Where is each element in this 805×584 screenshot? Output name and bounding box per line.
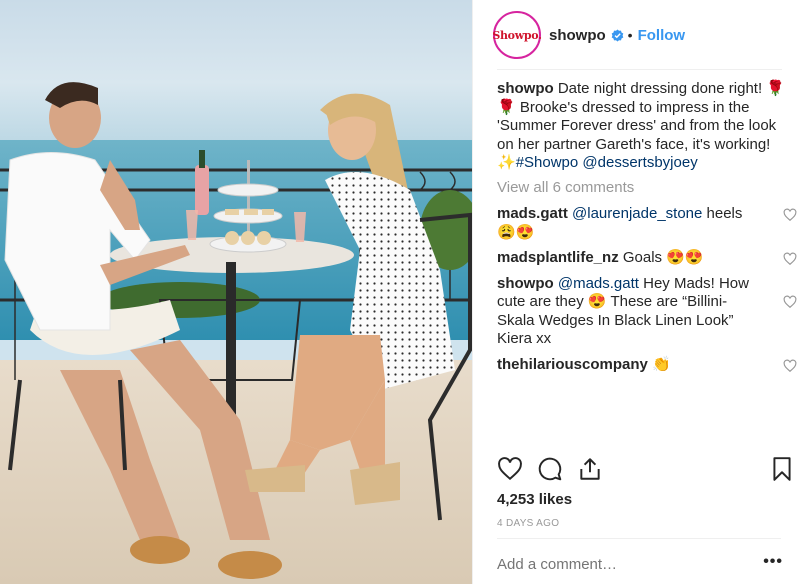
comment-text: Goals 😍😍	[618, 249, 704, 266]
comment-item: showpo @mads.gatt Hey Mads! How cute are…	[497, 275, 797, 349]
post-photo-illustration	[0, 0, 472, 584]
header-divider	[497, 69, 782, 70]
avatar[interactable]: Showpo.	[492, 11, 542, 59]
caption-hashtag[interactable]: #Showpo	[516, 154, 579, 171]
comment-item: madsplantlife_nz Goals 😍😍	[497, 249, 797, 268]
small-heart-icon[interactable]	[783, 295, 797, 309]
header-username[interactable]: showpo	[549, 27, 606, 44]
comment-mention[interactable]: @mads.gatt	[558, 275, 639, 292]
post-actions-bar	[497, 456, 795, 488]
view-all-comments-link[interactable]: View all 6 comments	[497, 179, 787, 198]
comments-section: showpo Date night dressing done right! 🌹…	[497, 80, 797, 381]
post-details-panel: Showpo. showpo • Follow showpo Date nigh…	[472, 0, 805, 584]
more-options-button[interactable]: •••	[763, 553, 783, 571]
add-comment-divider	[497, 538, 781, 539]
comment-username[interactable]: thehilariouscompany	[497, 356, 648, 373]
comment-icon[interactable]	[537, 456, 563, 482]
header-separator: •	[627, 27, 633, 43]
add-comment-input[interactable]	[497, 556, 747, 573]
bookmark-icon[interactable]	[769, 456, 795, 482]
share-icon[interactable]	[577, 456, 603, 482]
post-photo[interactable]	[0, 0, 472, 584]
heart-icon[interactable]	[497, 456, 523, 482]
comment-text: 👏	[647, 355, 671, 373]
comment-username[interactable]: madsplantlife_nz	[497, 249, 619, 266]
small-heart-icon[interactable]	[783, 252, 797, 266]
likes-count[interactable]: 4,253 likes	[497, 491, 572, 508]
comment-item: thehilariouscompany 👏	[497, 355, 797, 375]
small-heart-icon[interactable]	[783, 208, 797, 222]
small-heart-icon[interactable]	[783, 359, 797, 373]
follow-button[interactable]: Follow	[638, 27, 686, 44]
comment-username[interactable]: showpo	[497, 275, 554, 292]
post-caption: showpo Date night dressing done right! 🌹…	[497, 80, 787, 173]
post-header: Showpo. showpo • Follow	[473, 0, 805, 70]
caption-username[interactable]: showpo	[497, 80, 554, 97]
post-age[interactable]: 4 DAYS AGO	[497, 518, 559, 529]
comment-mention[interactable]: @laurenjade_stone	[572, 205, 702, 222]
avatar-logo-text: Showpo.	[492, 28, 542, 42]
caption-mention[interactable]: @dessertsbyjoey	[582, 154, 697, 171]
verified-badge-icon	[611, 29, 624, 42]
comment-username[interactable]: mads.gatt	[497, 205, 568, 222]
comment-item: mads.gatt @laurenjade_stone heels 😩😍	[497, 205, 797, 242]
